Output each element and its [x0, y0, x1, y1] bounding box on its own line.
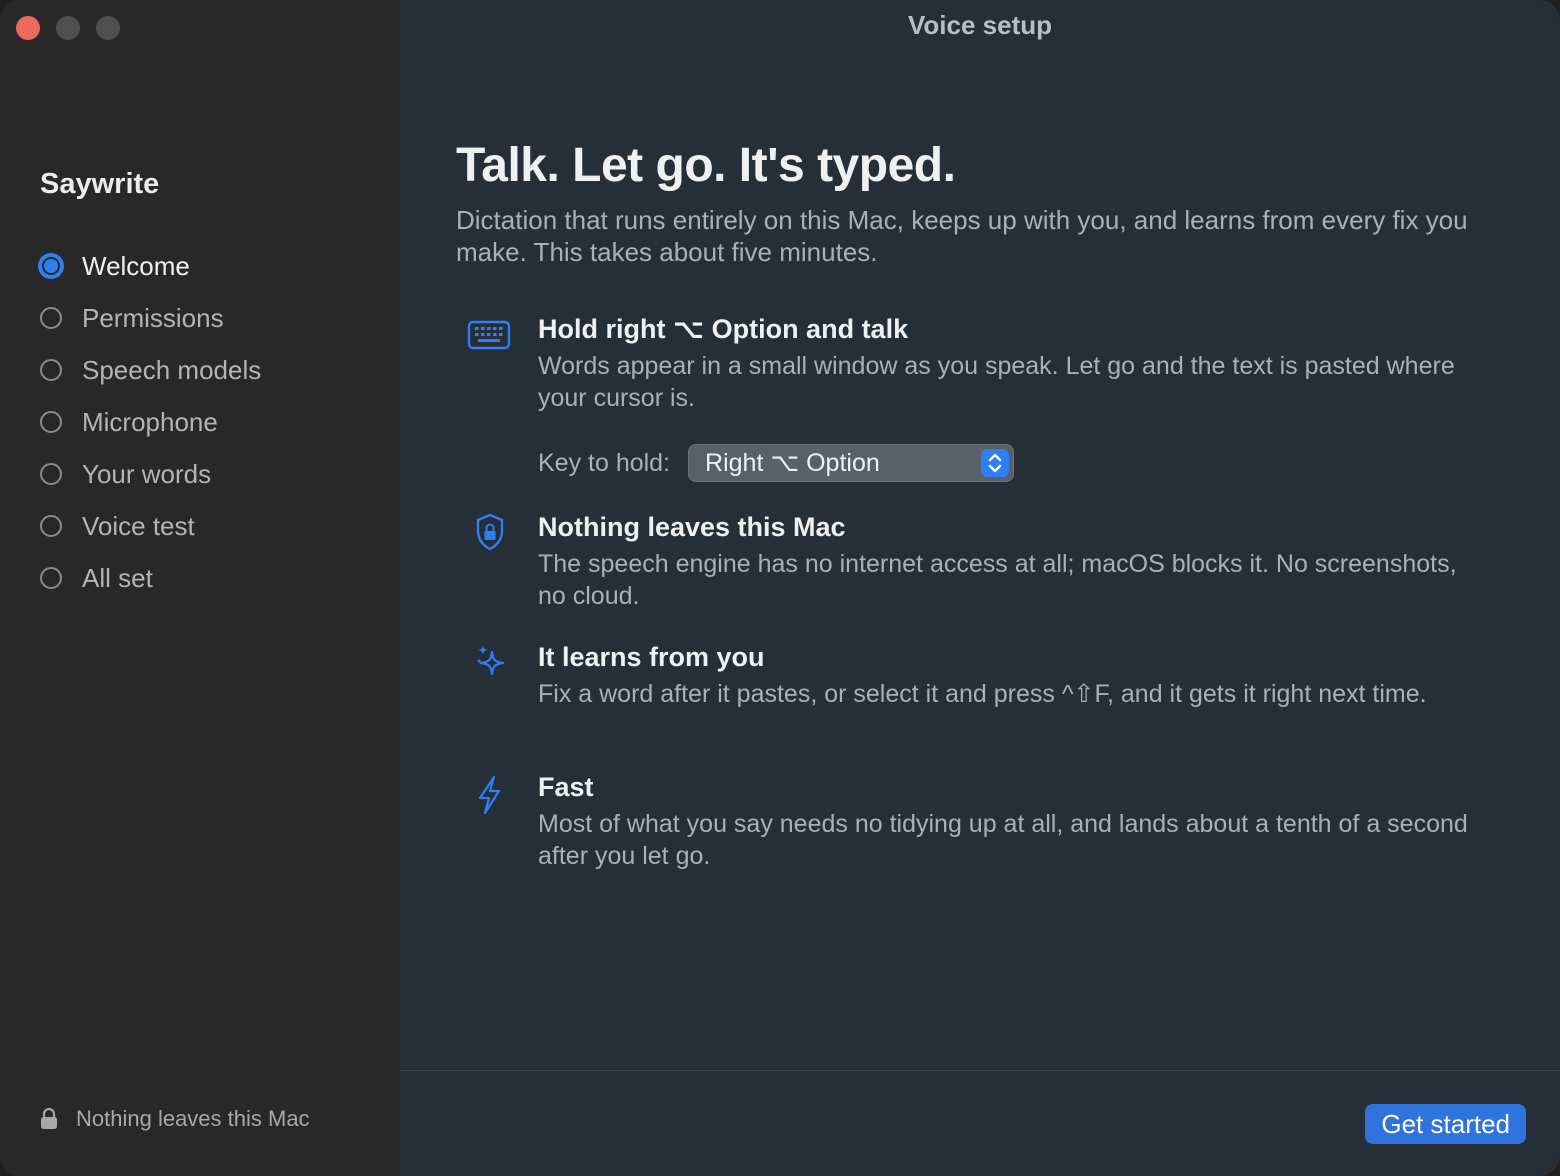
step-radio-icon [40, 515, 62, 537]
step-label: Welcome [82, 250, 190, 281]
step-label: Voice test [82, 510, 195, 541]
step-label: Microphone [82, 406, 218, 437]
step-welcome[interactable]: Welcome [38, 240, 261, 292]
close-window-button[interactable] [16, 16, 40, 40]
feature-title: Nothing leaves this Mac [538, 512, 846, 542]
step-radio-icon [40, 307, 62, 329]
step-radio-icon [40, 567, 62, 589]
step-radio-selected-icon [38, 253, 64, 279]
feature-title: It learns from you [538, 642, 765, 672]
key-to-hold-label: Key to hold: [538, 448, 671, 477]
feature-description: Fix a word after it pastes, or select it… [538, 680, 1427, 708]
step-speech-models[interactable]: Speech models [40, 344, 261, 396]
step-radio-icon [40, 411, 62, 433]
minimize-window-button[interactable] [56, 16, 80, 40]
get-started-button[interactable]: Get started [1365, 1104, 1526, 1144]
step-label: Permissions [82, 302, 224, 333]
step-radio-icon [40, 359, 62, 381]
step-microphone[interactable]: Microphone [40, 396, 261, 448]
step-radio-icon [40, 463, 62, 485]
privacy-note: Nothing leaves this Mac [40, 1106, 310, 1132]
step-label: Speech models [82, 354, 262, 385]
step-list: Welcome Permissions Speech models Microp… [38, 240, 261, 604]
sidebar: Saywrite Welcome Permissions Speech mode… [0, 0, 400, 1176]
window-title: Voice setup [907, 10, 1052, 40]
app-name: Saywrite [40, 168, 160, 200]
lock-shield-icon [476, 513, 504, 551]
feature-description: The speech engine has no internet access… [538, 550, 1457, 610]
step-your-words[interactable]: Your words [40, 448, 261, 500]
footer-divider [400, 1070, 1560, 1071]
step-permissions[interactable]: Permissions [40, 292, 261, 344]
key-to-hold-row: Key to hold: Right ⌥ Option [538, 444, 1015, 482]
privacy-note-text: Nothing leaves this Mac [76, 1106, 310, 1131]
intro-text: Dictation that runs entirely on this Mac… [456, 205, 1468, 267]
key-to-hold-value: Right ⌥ Option [705, 449, 880, 477]
main-panel: Voice setup Talk. Let go. It's typed. Di… [400, 0, 1560, 1176]
lock-icon [41, 1108, 57, 1129]
key-to-hold-select[interactable]: Right ⌥ Option [688, 444, 1015, 482]
page-headline: Talk. Let go. It's typed. [456, 139, 956, 192]
bolt-icon [478, 775, 501, 814]
setup-window: Saywrite Welcome Permissions Speech mode… [0, 0, 1560, 1176]
chevron-up-down-icon [981, 449, 1010, 477]
feature-description: Words appear in a small window as you sp… [538, 352, 1455, 412]
feature-description: Most of what you say needs no tidying up… [538, 810, 1468, 870]
keyboard-icon [467, 320, 511, 350]
step-voice-test[interactable]: Voice test [40, 500, 261, 552]
zoom-window-button[interactable] [96, 16, 120, 40]
step-label: All set [82, 562, 153, 593]
step-label: Your words [82, 458, 212, 489]
feature-title: Fast [538, 772, 594, 802]
step-all-set[interactable]: All set [40, 552, 261, 604]
feature-title: Hold right ⌥ Option and talk [538, 314, 909, 344]
sparkles-icon [476, 645, 505, 676]
